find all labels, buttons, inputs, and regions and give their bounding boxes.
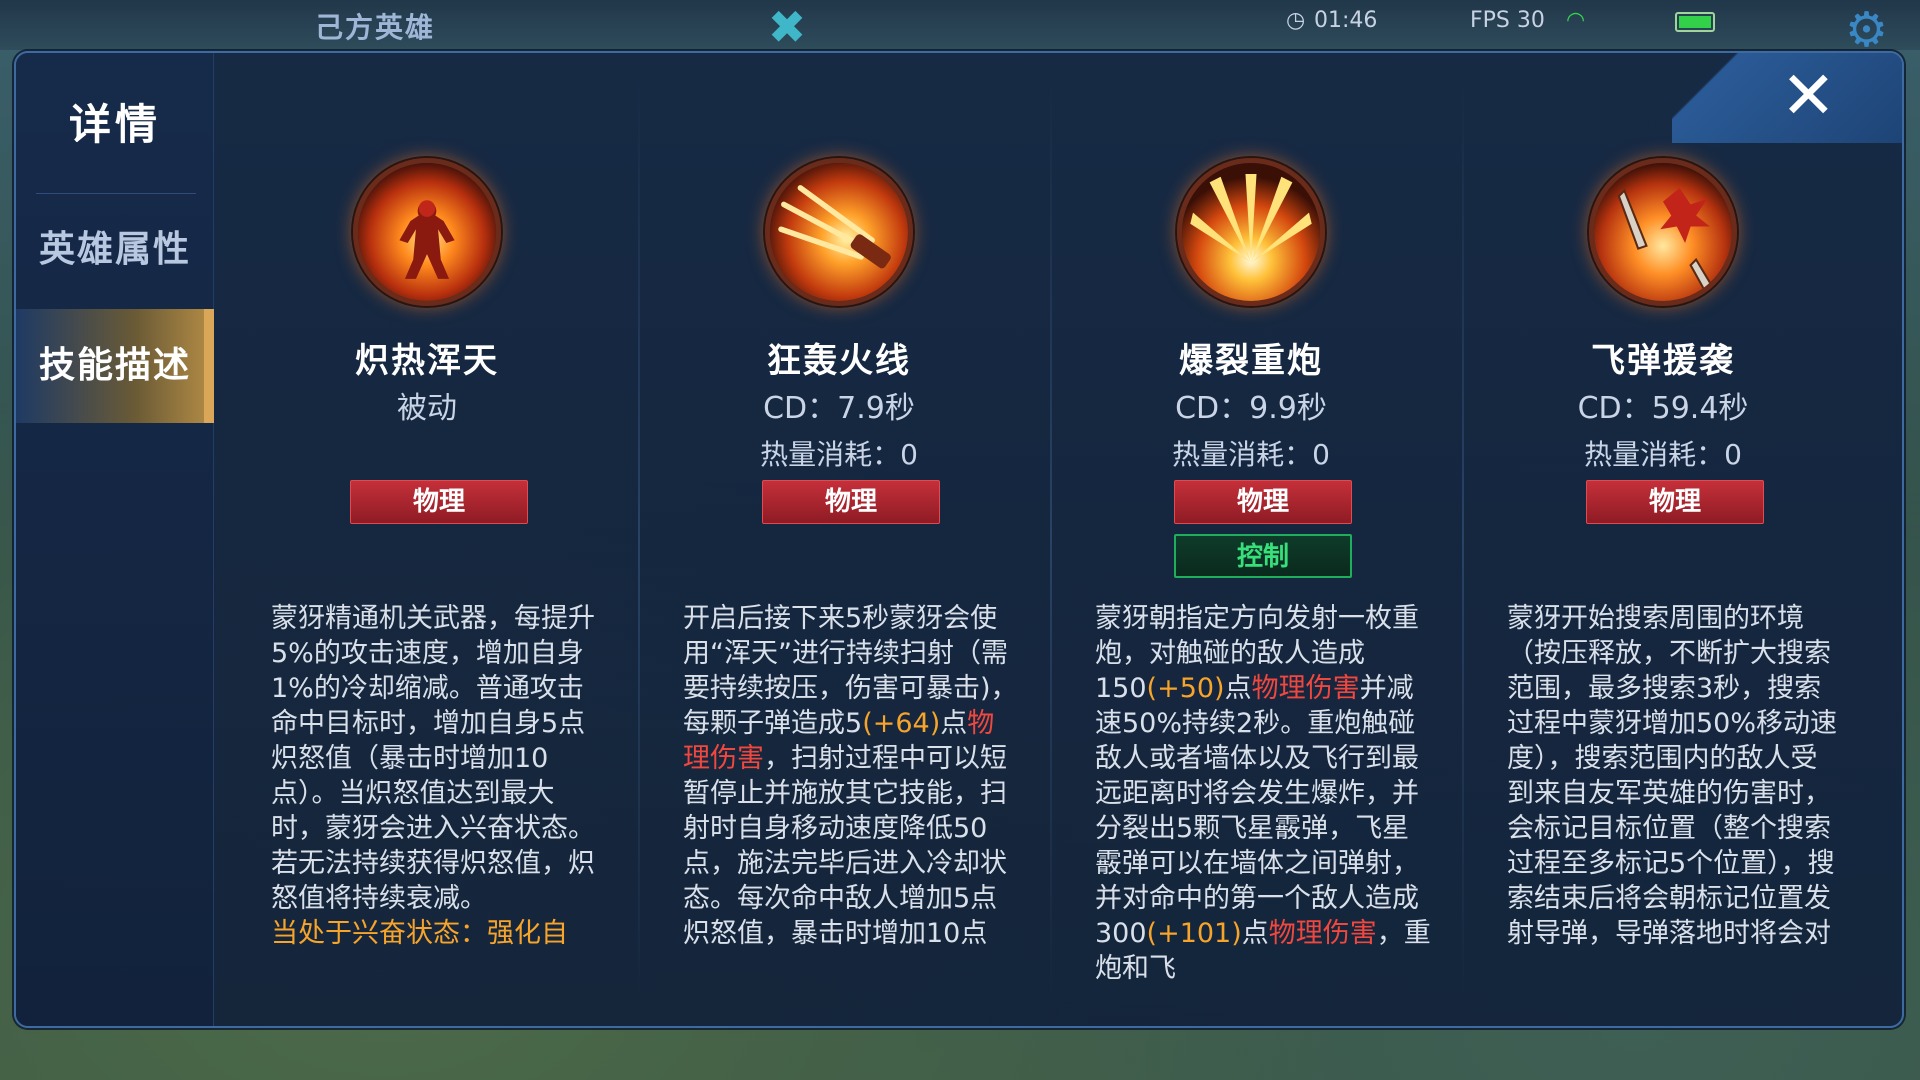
desc-scaling: (+64)	[862, 708, 941, 739]
desc-damage-type: 物理伤害	[1251, 673, 1360, 704]
desc-text: 蒙犽精通机关武器，每提升5%的攻击速度，增加自身1%的冷却缩减。普通攻击命中目标…	[271, 603, 595, 914]
skill-name: 狂轰火线	[767, 341, 911, 381]
skill-card: 狂轰火线 CD：7.9秒 热量消耗：0 物理 开启后接下来5秒蒙犽会使用“浑天”…	[626, 53, 1038, 1026]
tag-physical: 物理	[1586, 480, 1764, 524]
team-label: 己方英雄	[315, 11, 436, 44]
skill-card: 炽热浑天 被动 物理 蒙犽精通机关武器，每提升5%的攻击速度，增加自身1%的冷却…	[214, 53, 626, 1026]
skill-heat-cost: 热量消耗：0	[1172, 438, 1330, 471]
skill-icon-passive	[353, 158, 501, 306]
gear-icon[interactable]: ⚙	[1845, 2, 1888, 58]
desc-text: 并减速50%持续2秒。重炮触碰敌人或者墙体以及飞行到最远距离时将会发生爆炸，并分…	[1095, 673, 1419, 949]
desc-scaling: (+101)	[1146, 918, 1242, 949]
desc-damage-type: 物理伤害	[1268, 918, 1377, 949]
skills-panel: 炽热浑天 被动 物理 蒙犽精通机关武器，每提升5%的攻击速度，增加自身1%的冷却…	[214, 53, 1902, 1026]
skill-heat-cost: 热量消耗：0	[1584, 438, 1742, 471]
top-status-bar: 己方英雄 ✖ ◷ 01:46 FPS 30 ◠ ⚙	[0, 0, 1920, 58]
skill-icon-missile	[1589, 158, 1737, 306]
clock-icon: ◷	[1286, 8, 1306, 33]
crossed-swords-icon: ✖	[767, 0, 807, 54]
sidebar-item-skill-description[interactable]: 技能描述	[16, 309, 214, 423]
skill-name: 炽热浑天	[355, 341, 499, 381]
skill-description: 开启后接下来5秒蒙犽会使用“浑天”进行持续扫射（需要持续按压，伤害可暴击)，每颗…	[683, 601, 1019, 996]
fps-readout: FPS 30	[1470, 8, 1545, 33]
desc-highlight: 当处于兴奋状态：强化自	[271, 918, 568, 949]
sidebar-title: 详情	[68, 100, 161, 149]
desc-text: 点	[940, 708, 968, 739]
tag-physical: 物理	[350, 480, 528, 524]
skill-description: 蒙犽精通机关武器，每提升5%的攻击速度，增加自身1%的冷却缩减。普通攻击命中目标…	[271, 601, 607, 996]
wifi-icon: ◠	[1566, 8, 1586, 33]
skill-cooldown: CD：9.9秒	[1175, 391, 1327, 426]
desc-text: 点	[1224, 673, 1252, 704]
skill-icon-explosion	[1177, 158, 1325, 306]
battery-icon	[1675, 12, 1715, 32]
skill-cooldown: CD：59.4秒	[1577, 391, 1749, 426]
skill-name: 飞弹援袭	[1591, 341, 1735, 381]
skill-card: 爆裂重炮 CD：9.9秒 热量消耗：0 物理 控制 蒙犽朝指定方向发射一枚重炮，…	[1038, 53, 1450, 1026]
game-clock: 01:46	[1314, 8, 1378, 33]
skill-card: 飞弹援袭 CD：59.4秒 热量消耗：0 物理 蒙犽开始搜索周围的环境（按压释放…	[1450, 53, 1862, 1026]
tag-physical: 物理	[762, 480, 940, 524]
sidebar: 详情 英雄属性 技能描述	[16, 53, 214, 1026]
skill-cooldown: CD：7.9秒	[763, 391, 915, 426]
tag-control: 控制	[1174, 534, 1352, 578]
desc-scaling: (+50)	[1146, 673, 1225, 704]
desc-text: 蒙犽开始搜索周围的环境（按压释放，不断扩大搜索范围，最多搜索3秒，搜索过程中蒙犽…	[1507, 603, 1838, 949]
skill-description: 蒙犽朝指定方向发射一枚重炮，对触碰的敌人造成150(+50)点物理伤害并减速50…	[1095, 601, 1431, 996]
skill-name: 爆裂重炮	[1179, 341, 1323, 381]
desc-text: 点	[1241, 918, 1269, 949]
detail-modal: 详情 英雄属性 技能描述 ✕ 炽热浑天 被动 物理 蒙犽精通机关武器，每提升5%…	[14, 51, 1904, 1028]
tag-physical: 物理	[1174, 480, 1352, 524]
sidebar-item-hero-attributes[interactable]: 英雄属性	[16, 193, 214, 307]
skill-description: 蒙犽开始搜索周围的环境（按压释放，不断扩大搜索范围，最多搜索3秒，搜索过程中蒙犽…	[1507, 601, 1843, 996]
skill-heat-cost: 热量消耗：0	[760, 438, 918, 471]
skill-type: 被动	[397, 391, 457, 426]
skill-icon-firing	[765, 158, 913, 306]
